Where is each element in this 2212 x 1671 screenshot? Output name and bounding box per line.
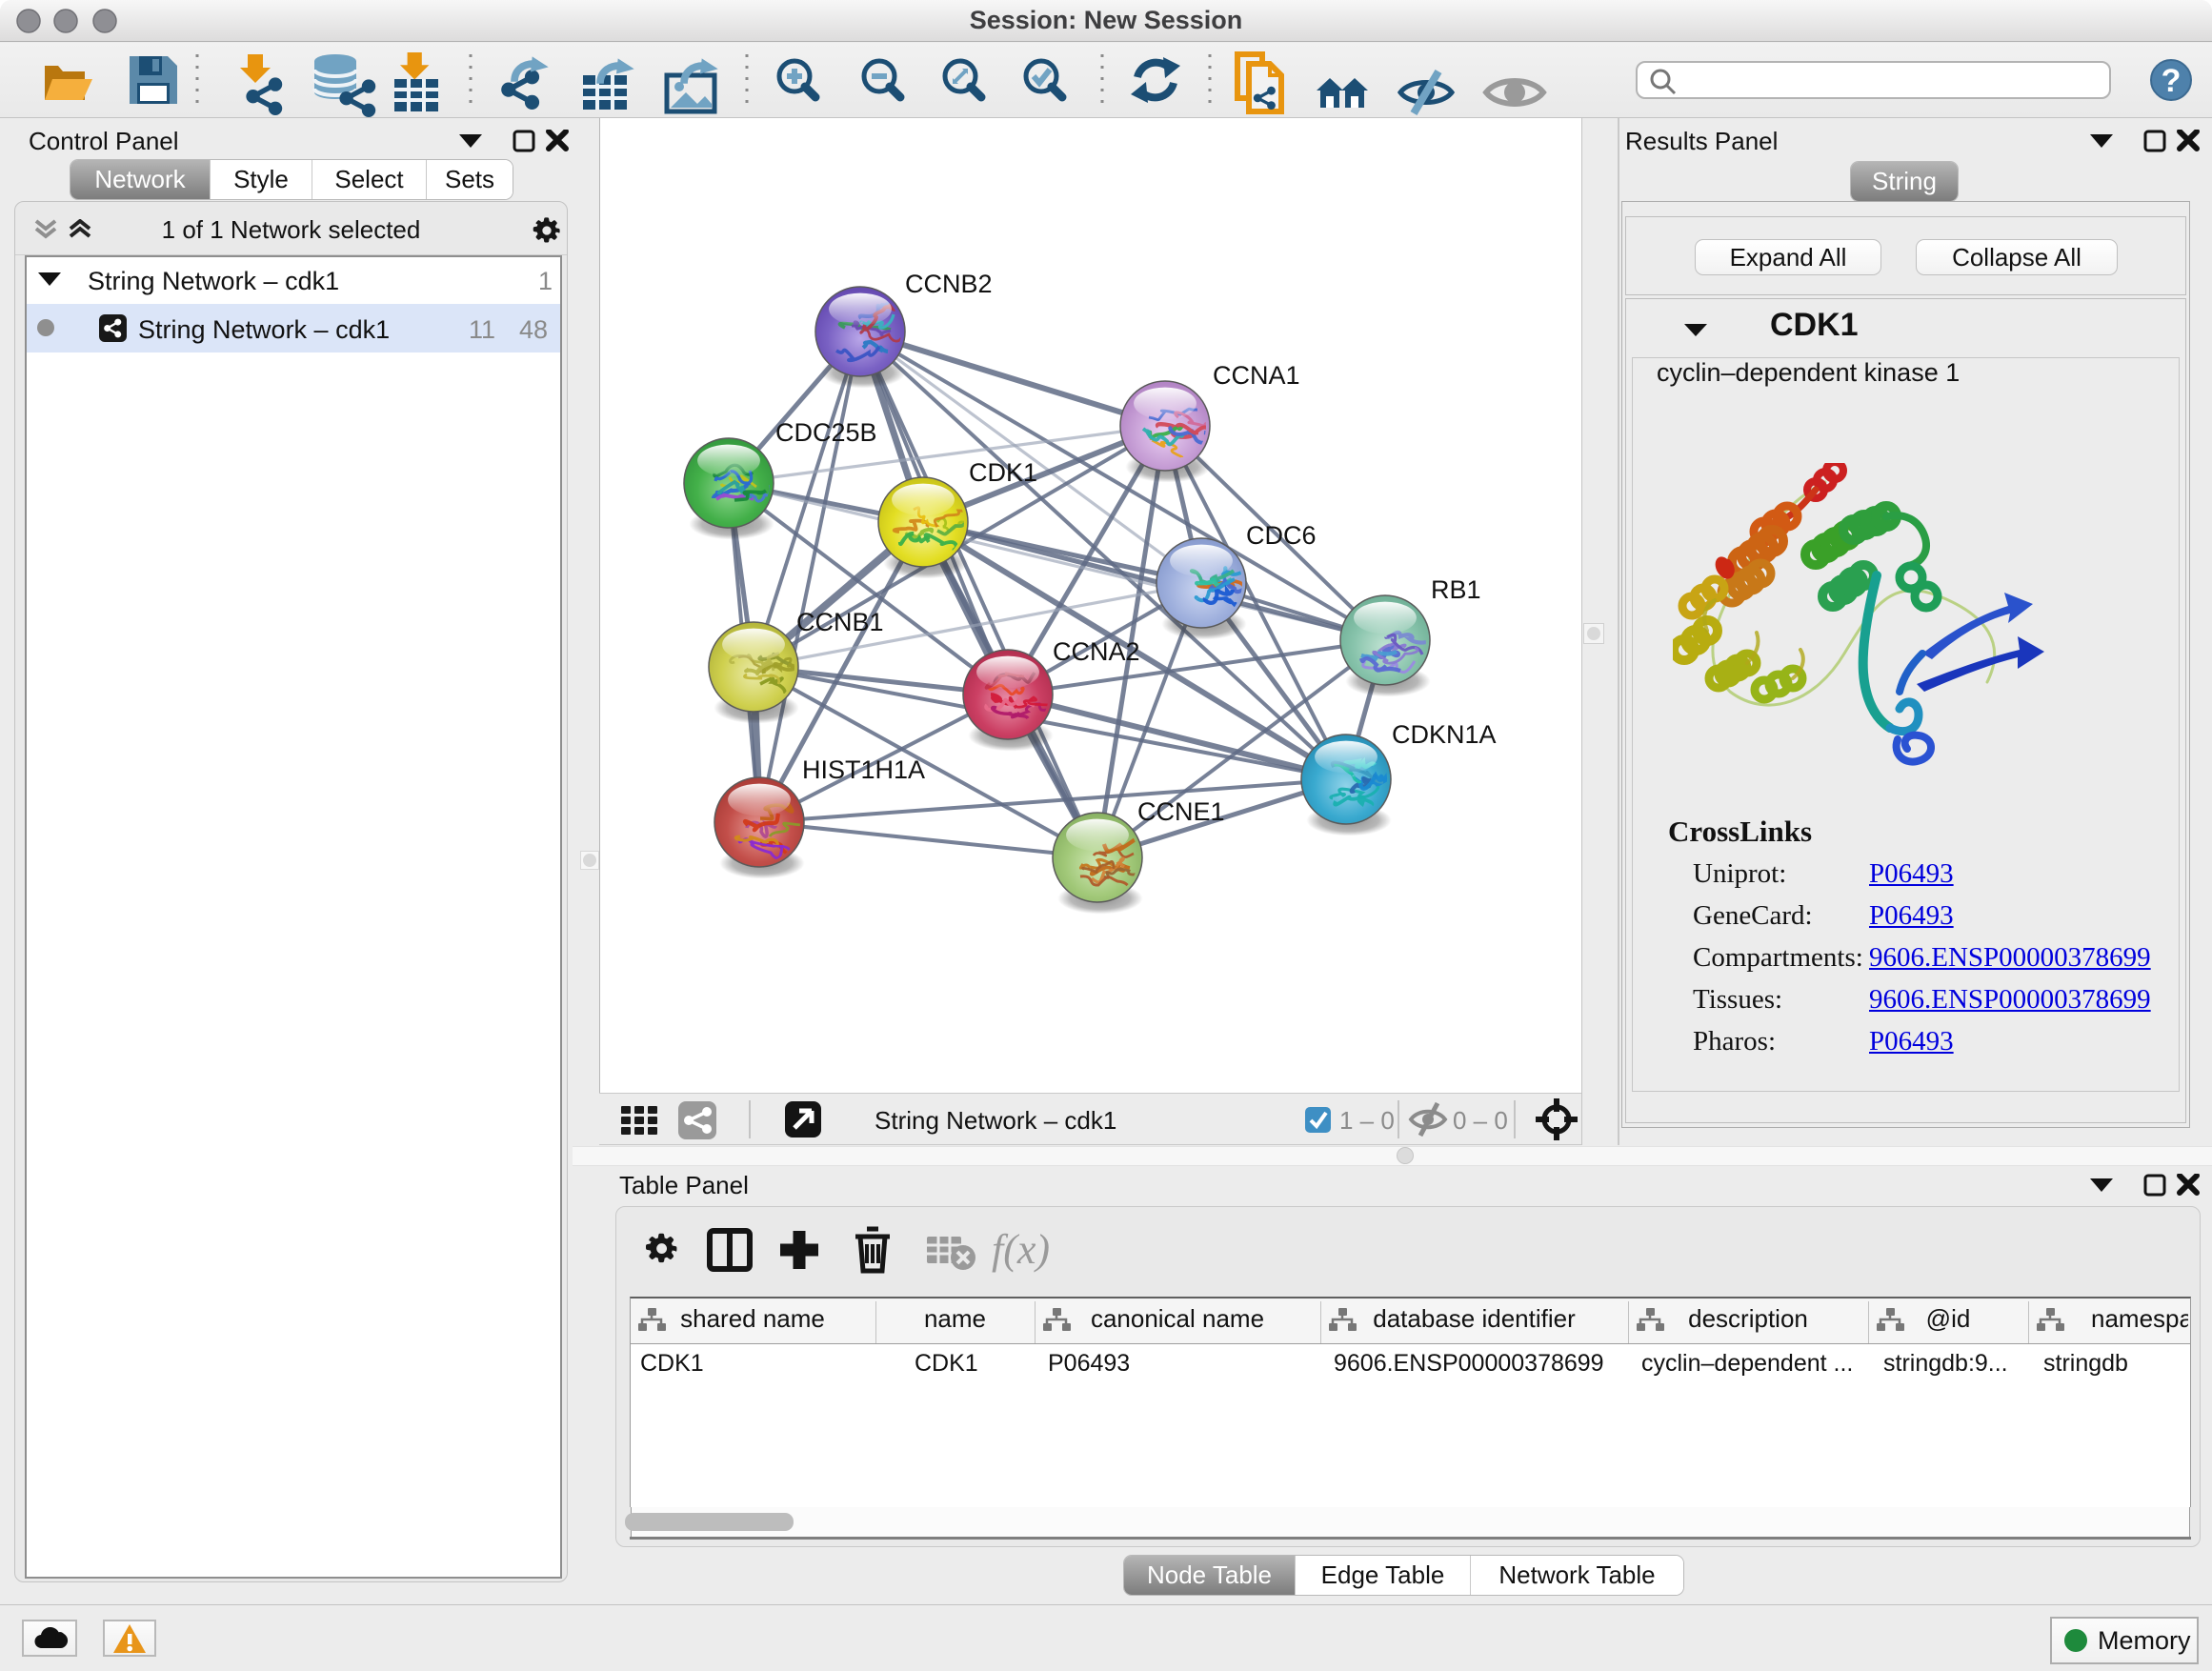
svg-text:CCNA1: CCNA1: [1213, 361, 1300, 390]
svg-text:CCNB2: CCNB2: [905, 270, 993, 298]
svg-text:CDK1: CDK1: [969, 458, 1037, 487]
svg-text:CCNA2: CCNA2: [1053, 637, 1140, 666]
svg-text:HIST1H1A: HIST1H1A: [802, 755, 925, 784]
svg-text:String Network – cdk1: String Network – cdk1: [875, 1106, 1116, 1135]
svg-text:1 – 0: 1 – 0: [1339, 1106, 1395, 1135]
svg-text:0 – 0: 0 – 0: [1453, 1106, 1508, 1135]
svg-text:CCNE1: CCNE1: [1137, 797, 1225, 826]
svg-text:CCNB1: CCNB1: [796, 608, 884, 636]
svg-text:CDKN1A: CDKN1A: [1392, 720, 1497, 749]
svg-text:f(x): f(x): [992, 1226, 1050, 1273]
svg-text:CDC6: CDC6: [1246, 521, 1317, 550]
svg-text:RB1: RB1: [1431, 575, 1481, 604]
svg-text:CDC25B: CDC25B: [775, 418, 877, 447]
